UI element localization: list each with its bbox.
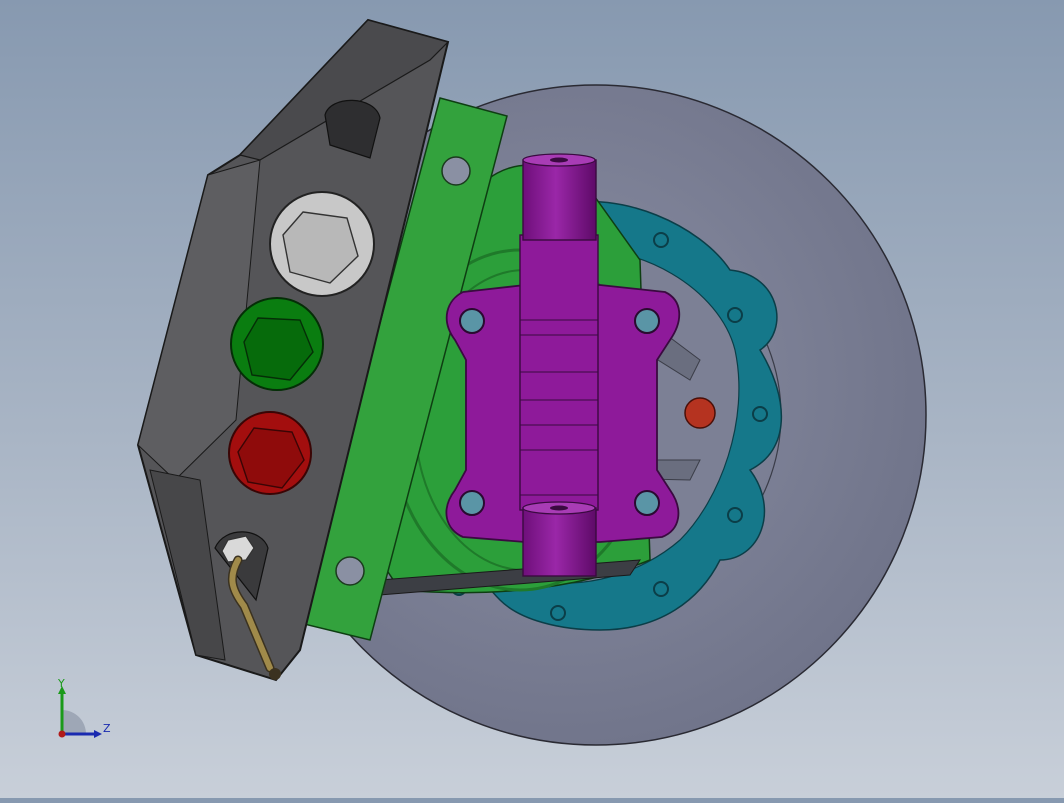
x-axis-dot [58, 730, 66, 738]
bracket-hole-top [441, 156, 471, 186]
triad-quadrant [62, 710, 86, 734]
y-axis-label: Y [57, 677, 65, 690]
bolt-red[interactable] [228, 411, 312, 495]
cad-3d-viewport[interactable] [0, 0, 1064, 798]
coordinate-triad: Y Z [50, 676, 120, 746]
z-axis-head [94, 730, 102, 738]
bolt-silver[interactable] [269, 191, 375, 297]
z-axis-label: Z [103, 722, 111, 735]
bolt-green[interactable] [230, 297, 324, 391]
bracket-hole-bottom [335, 556, 365, 586]
red-pin [684, 397, 716, 429]
brake-assembly-model[interactable] [0, 0, 1064, 798]
